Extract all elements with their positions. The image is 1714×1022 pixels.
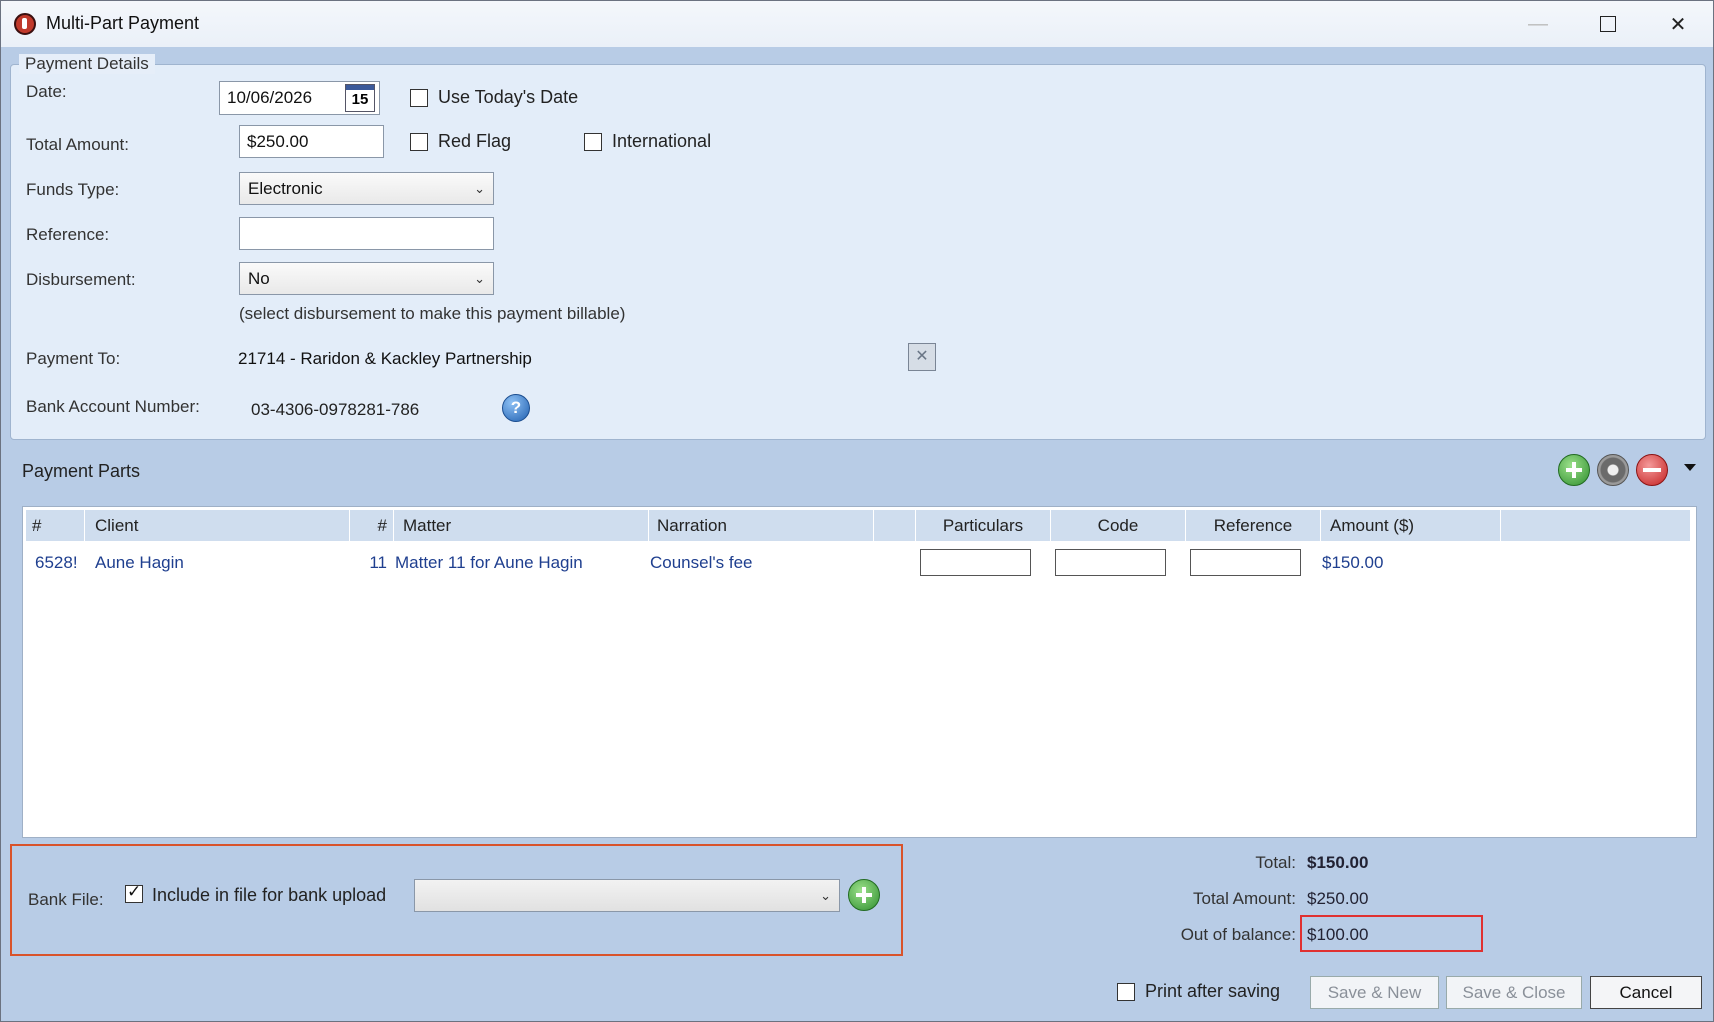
date-label: Date: (26, 82, 67, 101)
red-flag-label: Red Flag (438, 131, 512, 151)
funds-type-select[interactable]: Electronic ⌄ (239, 172, 494, 205)
disbursement-label: Disbursement: (26, 270, 136, 289)
col-header-matter-num[interactable]: # (350, 510, 394, 541)
chevron-down-icon: ⌄ (474, 181, 485, 196)
add-icon[interactable] (1558, 454, 1590, 486)
col-header-client[interactable]: Client (85, 510, 350, 541)
row-code-input[interactable] (1055, 549, 1166, 576)
payment-details-legend: Payment Details (19, 54, 155, 74)
funds-type-value: Electronic (248, 179, 323, 198)
remove-icon[interactable] (1636, 454, 1668, 486)
col-header-code[interactable]: Code (1051, 510, 1186, 541)
save-new-button[interactable]: Save & New (1310, 976, 1439, 1009)
total-amount-input[interactable]: $250.00 (239, 125, 384, 158)
totals-amount-value: $250.00 (1307, 889, 1369, 908)
add-bank-file-icon[interactable] (848, 879, 880, 911)
row-amount: $150.00 (1322, 553, 1384, 572)
payment-parts-title: Payment Parts (22, 461, 141, 481)
disbursement-hint: (select disbursement to make this paymen… (239, 304, 626, 323)
more-options-caret[interactable] (1684, 464, 1696, 471)
payment-to-value: 21714 - Raridon & Kackley Partnership (238, 349, 532, 368)
col-header-narration[interactable]: Narration (649, 510, 874, 541)
use-today-label: Use Today's Date (438, 87, 579, 107)
close-button[interactable]: ✕ (1643, 1, 1713, 47)
row-narration: Counsel's fee (650, 553, 753, 572)
col-header-matter[interactable]: Matter (394, 510, 649, 541)
window-title: Multi-Part Payment (46, 13, 200, 33)
chevron-down-icon: ⌄ (820, 888, 831, 903)
app-icon (14, 13, 36, 35)
red-flag-checkbox[interactable] (410, 133, 428, 151)
col-header-num[interactable]: # (26, 510, 85, 541)
row-reference-input[interactable] (1190, 549, 1301, 576)
clear-payee-button[interactable]: ✕ (908, 343, 936, 371)
payment-parts-table: # Client # Matter Narration Particulars … (22, 506, 1697, 838)
close-icon: ✕ (915, 348, 929, 365)
out-of-balance-label: Out of balance: (1180, 925, 1296, 944)
totals-amount-label: Total Amount: (1192, 889, 1296, 908)
use-today-checkbox[interactable] (410, 89, 428, 107)
col-header-blank[interactable] (874, 510, 916, 541)
payment-details-group (10, 64, 1706, 440)
col-header-reference[interactable]: Reference (1186, 510, 1321, 541)
row-num: 6528! (35, 553, 78, 572)
help-icon[interactable]: ? (502, 394, 530, 422)
row-client: Aune Hagin (95, 553, 184, 572)
bank-account-label: Bank Account Number: (26, 397, 200, 416)
chevron-down-icon: ⌄ (474, 271, 485, 286)
gear-icon[interactable] (1597, 454, 1629, 486)
title-bar: Multi-Part Payment — ✕ (1, 1, 1713, 47)
bank-account-value: 03-4306-0978281-786 (251, 400, 420, 419)
save-close-button[interactable]: Save & Close (1446, 976, 1582, 1009)
col-header-amount[interactable]: Amount ($) (1321, 510, 1501, 541)
international-label: International (612, 131, 712, 151)
payment-to-label: Payment To: (26, 349, 121, 368)
disbursement-value: No (248, 269, 270, 288)
row-matter: Matter 11 for Aune Hagin (395, 553, 583, 572)
funds-type-label: Funds Type: (26, 180, 120, 199)
calendar-icon[interactable]: 15 (345, 84, 375, 112)
bank-file-label: Bank File: (28, 890, 104, 909)
row-matter-num: 11 (369, 553, 387, 572)
international-checkbox[interactable] (584, 133, 602, 151)
table-header: # Client # Matter Narration Particulars … (26, 510, 1690, 541)
calendar-day: 15 (351, 91, 369, 108)
row-particulars-input[interactable] (920, 549, 1031, 576)
minimize-icon: — (1528, 12, 1548, 35)
bank-file-select[interactable]: ⌄ (414, 879, 840, 912)
include-bank-upload-checkbox[interactable] (125, 882, 143, 903)
total-value: $150.00 (1307, 853, 1369, 872)
maximize-icon (1600, 16, 1616, 32)
reference-input[interactable] (239, 217, 494, 250)
maximize-button[interactable] (1573, 1, 1643, 47)
cancel-button[interactable]: Cancel (1590, 976, 1702, 1009)
close-icon: ✕ (1669, 13, 1687, 36)
out-of-balance-highlight (1300, 915, 1483, 952)
include-bank-upload-label: Include in file for bank upload (152, 885, 387, 905)
disbursement-select[interactable]: No ⌄ (239, 262, 494, 295)
reference-label: Reference: (26, 225, 110, 244)
print-after-saving-checkbox[interactable] (1117, 983, 1135, 1001)
col-header-particulars[interactable]: Particulars (916, 510, 1051, 541)
minimize-button[interactable]: — (1503, 1, 1573, 47)
total-amount-label: Total Amount: (26, 135, 130, 154)
multi-part-payment-window: Multi-Part Payment — ✕ Payment Details D… (0, 0, 1714, 1022)
total-label: Total: (1255, 853, 1296, 872)
print-after-saving-label: Print after saving (1145, 981, 1281, 1001)
